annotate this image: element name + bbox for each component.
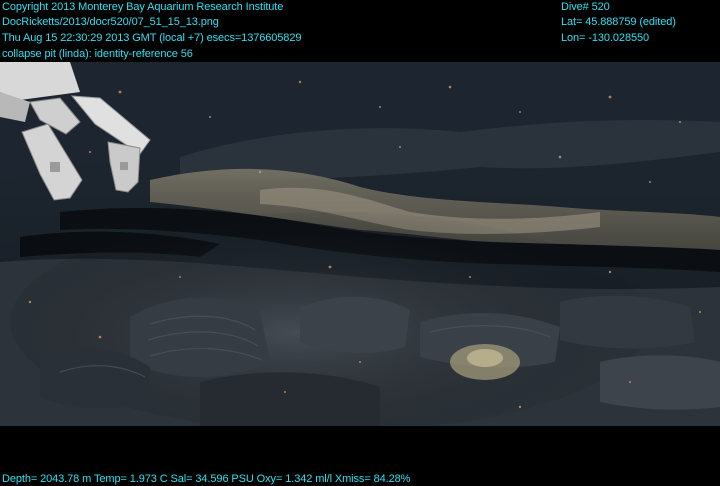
longitude-text: Lon= -130.028550 [561, 32, 650, 44]
dive-number-text: Dive# 520 [561, 1, 610, 13]
annotation-text: collapse pit (linda): identity-reference… [2, 48, 193, 60]
footer-overlay: Depth= 2043.78 m Temp= 1.973 C Sal= 34.5… [0, 426, 720, 486]
seafloor-scene [0, 62, 720, 426]
file-path-text: DocRicketts/2013/docr520/07_51_15_13.png [2, 16, 219, 28]
timestamp-text: Thu Aug 15 22:30:29 2013 GMT (local +7) … [2, 32, 302, 44]
video-frame: Copyright 2013 Monterey Bay Aquarium Res… [0, 0, 720, 486]
header-overlay: Copyright 2013 Monterey Bay Aquarium Res… [0, 0, 720, 62]
latitude-text: Lat= 45.888759 (edited) [561, 16, 676, 28]
copyright-text: Copyright 2013 Monterey Bay Aquarium Res… [2, 1, 284, 13]
telemetry-text: Depth= 2043.78 m Temp= 1.973 C Sal= 34.5… [2, 473, 411, 485]
seafloor-image [0, 62, 720, 426]
